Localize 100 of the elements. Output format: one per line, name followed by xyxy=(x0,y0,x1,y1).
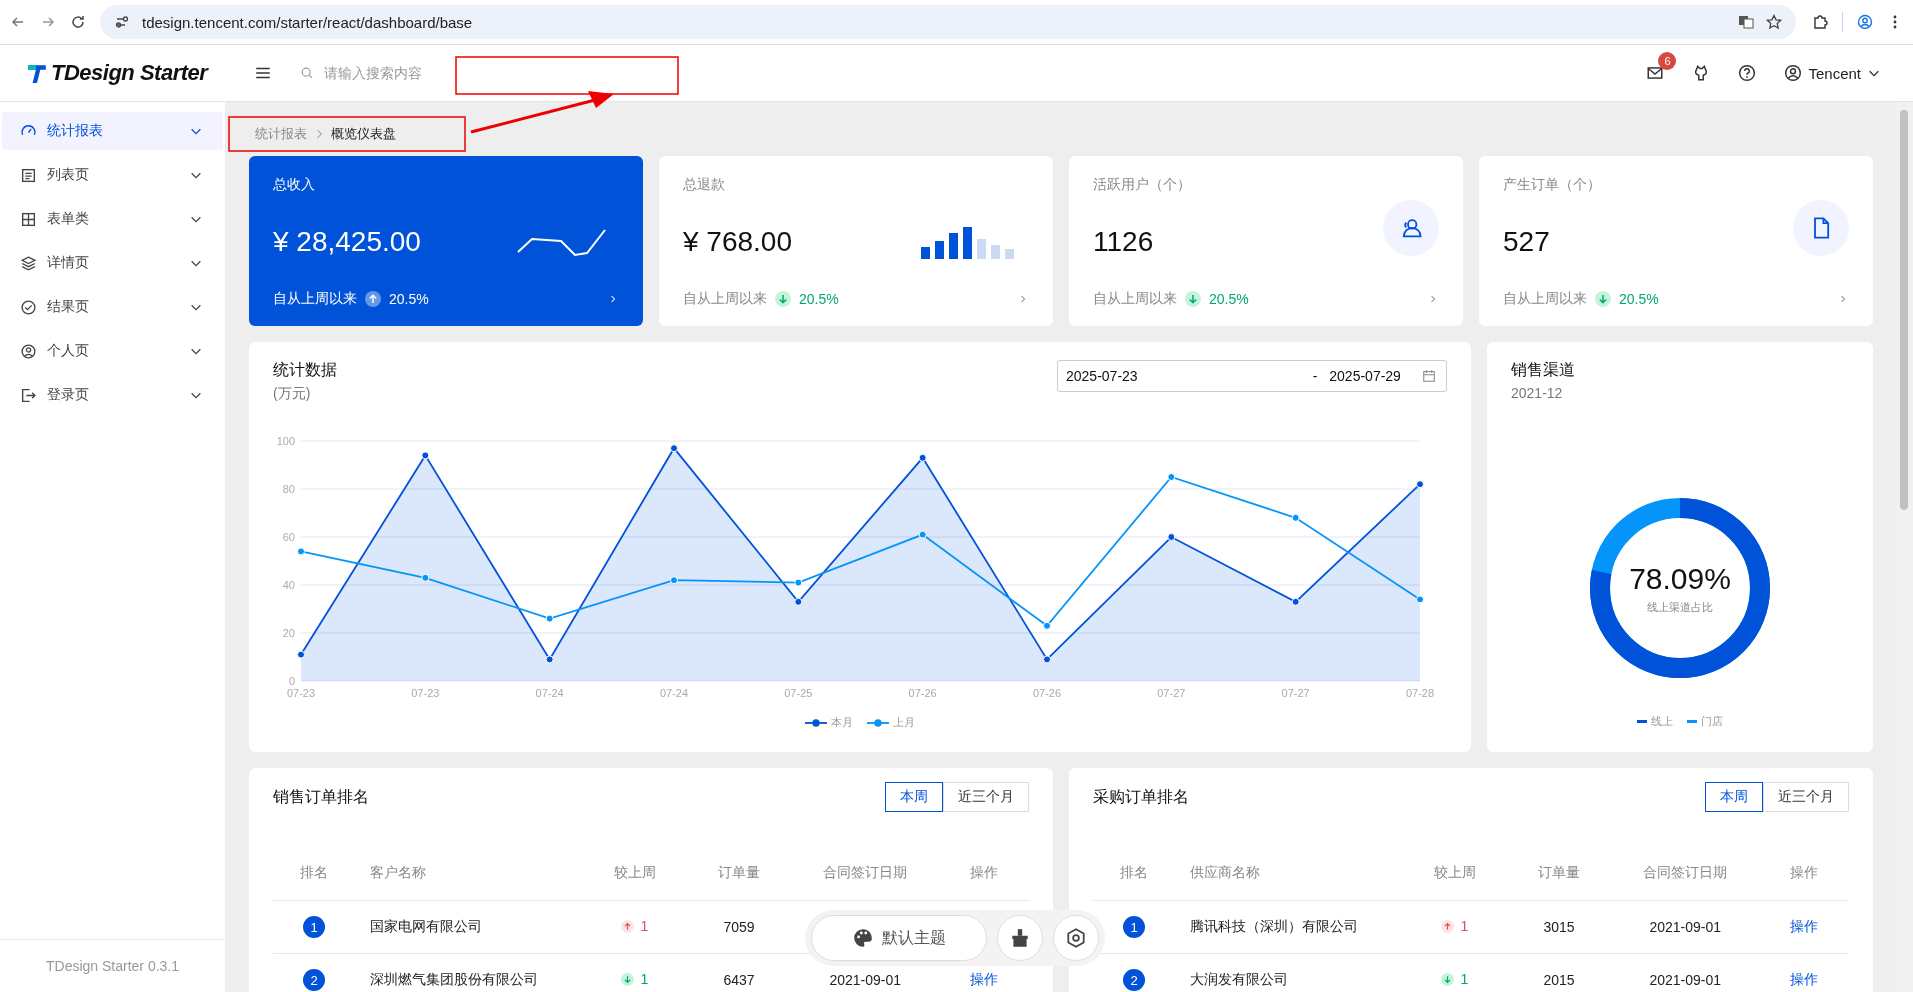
change-percent: 20.5% xyxy=(389,291,429,307)
sidebar-item[interactable]: 详情页 xyxy=(2,244,223,282)
data-point xyxy=(297,547,305,556)
axis-label: 07-23 xyxy=(411,687,440,699)
column-header: 排名 xyxy=(300,864,329,880)
legend-marker[interactable] xyxy=(1687,720,1697,723)
sidebar-item[interactable]: 表单类 xyxy=(2,200,223,238)
axis-label: 0 xyxy=(288,675,295,687)
search-field[interactable]: 请输入搜索内容 xyxy=(300,64,470,82)
period-tab[interactable]: 本周 xyxy=(1705,782,1763,812)
logo-text[interactable]: TDesign Starter xyxy=(51,60,208,86)
column-header: 合同签订日期 xyxy=(1643,864,1728,880)
change-value: 1 xyxy=(1460,918,1469,935)
comparison-label: 自从上周以来 xyxy=(1503,290,1587,308)
table-cell: 2021-09-01 xyxy=(1649,919,1722,935)
theme-button[interactable]: 默认主题 xyxy=(811,915,987,961)
profile-icon[interactable] xyxy=(1857,14,1873,30)
column-header: 较上周 xyxy=(1433,864,1476,880)
user-icon xyxy=(1784,64,1803,82)
settings-icon xyxy=(1065,927,1087,949)
table-cell: 2015 xyxy=(1543,972,1575,988)
column-header: 操作 xyxy=(970,864,999,880)
data-point xyxy=(297,650,305,659)
star-icon[interactable] xyxy=(1766,14,1782,30)
sidebar-item[interactable]: 列表页 xyxy=(2,156,223,194)
legend-marker[interactable] xyxy=(1637,720,1647,723)
table-cell: 腾讯科技（深圳）有限公司 xyxy=(1190,918,1359,934)
action-link[interactable]: 操作 xyxy=(1790,918,1819,934)
table-cell: 6437 xyxy=(723,972,755,988)
card-title: 产生订单（个） xyxy=(1503,176,1602,194)
axis-label: 07-25 xyxy=(784,687,813,699)
data-point xyxy=(670,576,678,585)
date-range-picker[interactable]: 2025-07-23 - 2025-07-29 xyxy=(1057,360,1447,392)
calendar-icon xyxy=(1422,369,1436,383)
data-point xyxy=(1043,621,1051,630)
table-cell: 3015 xyxy=(1543,919,1575,935)
card-title: 总收入 xyxy=(273,176,316,194)
donut-caption: 线上渠道占比 xyxy=(1647,599,1713,615)
data-point xyxy=(545,655,554,664)
extension-icon[interactable] xyxy=(1812,14,1828,30)
column-header: 合同签订日期 xyxy=(823,864,908,880)
sidebar-item[interactable]: 结果页 xyxy=(2,288,223,326)
brush-button[interactable] xyxy=(997,915,1043,961)
change-value: 1 xyxy=(640,971,649,988)
data-point xyxy=(794,597,803,606)
sidebar-item[interactable]: 登录页 xyxy=(2,376,223,414)
period-tab[interactable]: 近三个月 xyxy=(943,782,1029,812)
axis-label: 07-24 xyxy=(659,687,689,699)
menu-item-icon xyxy=(20,386,37,404)
rank-badge: 2 xyxy=(303,969,326,991)
data-point xyxy=(670,444,678,453)
settings-button[interactable] xyxy=(1053,915,1099,961)
data-point xyxy=(1167,533,1176,541)
action-link[interactable]: 操作 xyxy=(970,971,999,987)
reload-icon[interactable] xyxy=(70,14,86,30)
help-icon[interactable] xyxy=(1738,64,1757,82)
chart-unit: (万元) xyxy=(273,385,312,403)
data-point xyxy=(421,451,430,460)
data-point xyxy=(1416,595,1424,604)
change-percent: 20.5% xyxy=(1619,291,1659,307)
menu-item-icon xyxy=(20,254,37,272)
data-point xyxy=(1291,513,1300,522)
data-point xyxy=(918,453,927,462)
axis-label: 07-27 xyxy=(1157,687,1186,699)
legend-marker-icon[interactable] xyxy=(805,717,827,728)
column-header: 订单量 xyxy=(718,864,761,880)
comparison-label: 自从上周以来 xyxy=(683,290,767,308)
stat-value: 527 xyxy=(1503,226,1550,258)
period-tab[interactable]: 近三个月 xyxy=(1763,782,1849,812)
column-header: 排名 xyxy=(1120,864,1149,880)
data-point xyxy=(794,578,803,587)
address-bar[interactable]: tdesign.tencent.com/starter/react/dashboard/base xyxy=(100,5,1796,39)
axis-label: 07-24 xyxy=(535,687,564,699)
action-link[interactable]: 操作 xyxy=(1790,971,1819,987)
change-value: 1 xyxy=(1460,971,1469,988)
sidebar-item[interactable]: 统计报表 xyxy=(2,112,223,150)
period-tab[interactable]: 本周 xyxy=(885,782,943,812)
menu-item-icon xyxy=(20,342,37,360)
mail-icon[interactable] xyxy=(1646,64,1665,82)
user-menu-button[interactable]: Tencent xyxy=(1784,64,1881,82)
translate-icon[interactable] xyxy=(1738,14,1754,30)
card-title: 总退款 xyxy=(683,176,726,194)
search-icon xyxy=(300,66,314,80)
comparison-label: 自从上周以来 xyxy=(1093,290,1177,308)
axis-label: 60 xyxy=(282,531,295,543)
card-title: 采购订单排名 xyxy=(1093,786,1189,807)
site-info-icon xyxy=(114,14,130,30)
sidebar-item[interactable]: 个人页 xyxy=(2,332,223,370)
change-value: 1 xyxy=(640,918,649,935)
axis-label: 07-23 xyxy=(286,687,316,699)
table-cell: 大润发有限公司 xyxy=(1190,971,1289,987)
data-point xyxy=(1416,480,1424,489)
breadcrumb-item[interactable]: 概览仪表盘 xyxy=(331,125,396,143)
legend-marker-icon[interactable] xyxy=(867,717,889,728)
data-point xyxy=(1043,655,1051,664)
data-point xyxy=(918,530,927,539)
menu-item-icon xyxy=(20,210,37,228)
table-cell: 2021-09-01 xyxy=(1649,972,1722,988)
card-title: 活跃用户（个） xyxy=(1093,176,1192,194)
data-point xyxy=(1291,597,1300,606)
